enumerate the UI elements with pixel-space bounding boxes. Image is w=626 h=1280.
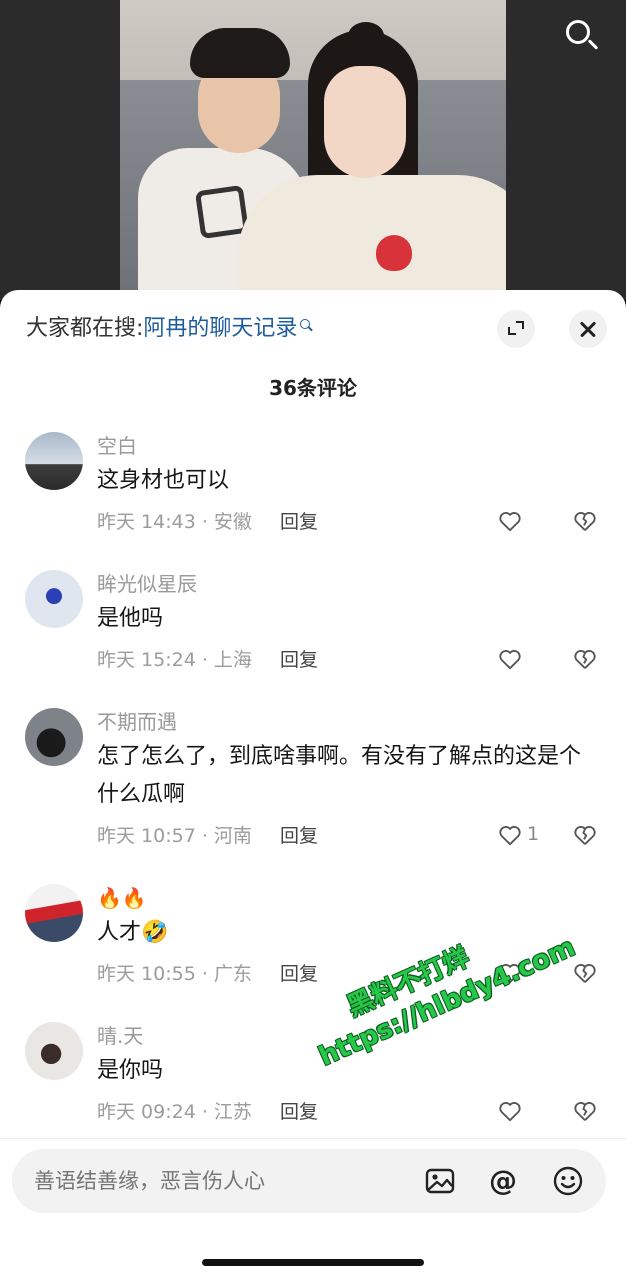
dislike-button[interactable] xyxy=(572,646,600,674)
close-button[interactable] xyxy=(569,310,607,348)
comment-meta: 昨天 09:24 · 江苏 xyxy=(97,1101,252,1123)
broken-heart-icon xyxy=(574,650,596,669)
avatar[interactable] xyxy=(25,570,83,628)
trending-search[interactable]: 大家都在搜:阿冉的聊天记录 xyxy=(26,312,313,346)
video-player[interactable] xyxy=(0,0,626,300)
comment-meta: 昨天 10:55 · 广东 xyxy=(97,963,252,985)
comment-author[interactable]: 眸光似星辰 xyxy=(97,570,197,598)
like-button[interactable] xyxy=(497,960,547,990)
emoji-icon xyxy=(553,1166,583,1196)
person-right xyxy=(238,22,506,300)
trending-link[interactable]: 阿冉的聊天记录 xyxy=(143,316,297,341)
comment-meta: 昨天 10:57 · 河南 xyxy=(97,825,252,847)
comment-author[interactable]: 🔥🔥 xyxy=(97,884,147,912)
comment-text: 是你吗 xyxy=(97,1058,164,1083)
like-count: 1 xyxy=(527,823,540,845)
heart-icon xyxy=(499,650,521,670)
comment-input-box[interactable]: @ xyxy=(12,1149,606,1213)
comment-input-bar: @ xyxy=(0,1138,626,1280)
like-button[interactable] xyxy=(497,646,547,676)
home-indicator[interactable] xyxy=(202,1259,424,1266)
dislike-button[interactable] xyxy=(572,822,600,850)
heart-icon xyxy=(499,1102,521,1122)
comments-sheet: 大家都在搜:阿冉的聊天记录 36条评论 空白 这身材也可以 昨天 14:43 ·… xyxy=(0,290,626,1280)
reply-button[interactable]: 回复 xyxy=(280,822,318,850)
reply-button[interactable]: 回复 xyxy=(280,1098,318,1126)
comment-text: 这身材也可以 xyxy=(97,468,230,493)
comment-author[interactable]: 空白 xyxy=(97,432,137,460)
image-icon xyxy=(425,1168,455,1194)
reply-button[interactable]: 回复 xyxy=(280,508,318,536)
video-frame xyxy=(120,0,506,300)
reply-button[interactable]: 回复 xyxy=(280,960,318,988)
heart-icon xyxy=(499,512,521,532)
trending-prefix: 大家都在搜: xyxy=(26,316,144,341)
comment-input[interactable] xyxy=(34,1149,414,1213)
avatar[interactable] xyxy=(25,432,83,490)
emoji-button[interactable] xyxy=(552,1165,584,1197)
dislike-button[interactable] xyxy=(572,960,600,988)
like-button[interactable]: 1 xyxy=(497,822,547,852)
heart-icon xyxy=(499,826,521,846)
comment-meta: 昨天 14:43 · 安徽 xyxy=(97,511,252,533)
image-button[interactable] xyxy=(424,1165,456,1197)
avatar[interactable] xyxy=(25,1022,83,1080)
like-button[interactable] xyxy=(497,1098,547,1128)
avatar[interactable] xyxy=(25,884,83,942)
heart-icon xyxy=(499,964,521,984)
comment-author[interactable]: 不期而遇 xyxy=(97,708,177,736)
comment-text: 人才🤣 xyxy=(97,920,169,945)
comment-count: 36条评论 xyxy=(269,376,357,400)
avatar[interactable] xyxy=(25,708,83,766)
like-button[interactable] xyxy=(497,508,547,538)
comment-text: 怎了怎么了，到底啥事啊。有没有了解点的这是个什么瓜啊 xyxy=(97,744,582,807)
search-icon[interactable] xyxy=(562,16,602,56)
broken-heart-icon xyxy=(574,1102,596,1121)
dislike-button[interactable] xyxy=(572,508,600,536)
mention-button[interactable]: @ xyxy=(487,1165,519,1197)
broken-heart-icon xyxy=(574,512,596,531)
comment-text: 是他吗 xyxy=(97,606,164,631)
reply-button[interactable]: 回复 xyxy=(280,646,318,674)
dislike-button[interactable] xyxy=(572,1098,600,1126)
broken-heart-icon xyxy=(574,964,596,983)
broken-heart-icon xyxy=(574,826,596,845)
expand-button[interactable] xyxy=(497,310,535,348)
comment-meta: 昨天 15:24 · 上海 xyxy=(97,649,252,671)
search-icon xyxy=(299,318,313,332)
comment-author[interactable]: 晴.天 xyxy=(97,1022,143,1050)
